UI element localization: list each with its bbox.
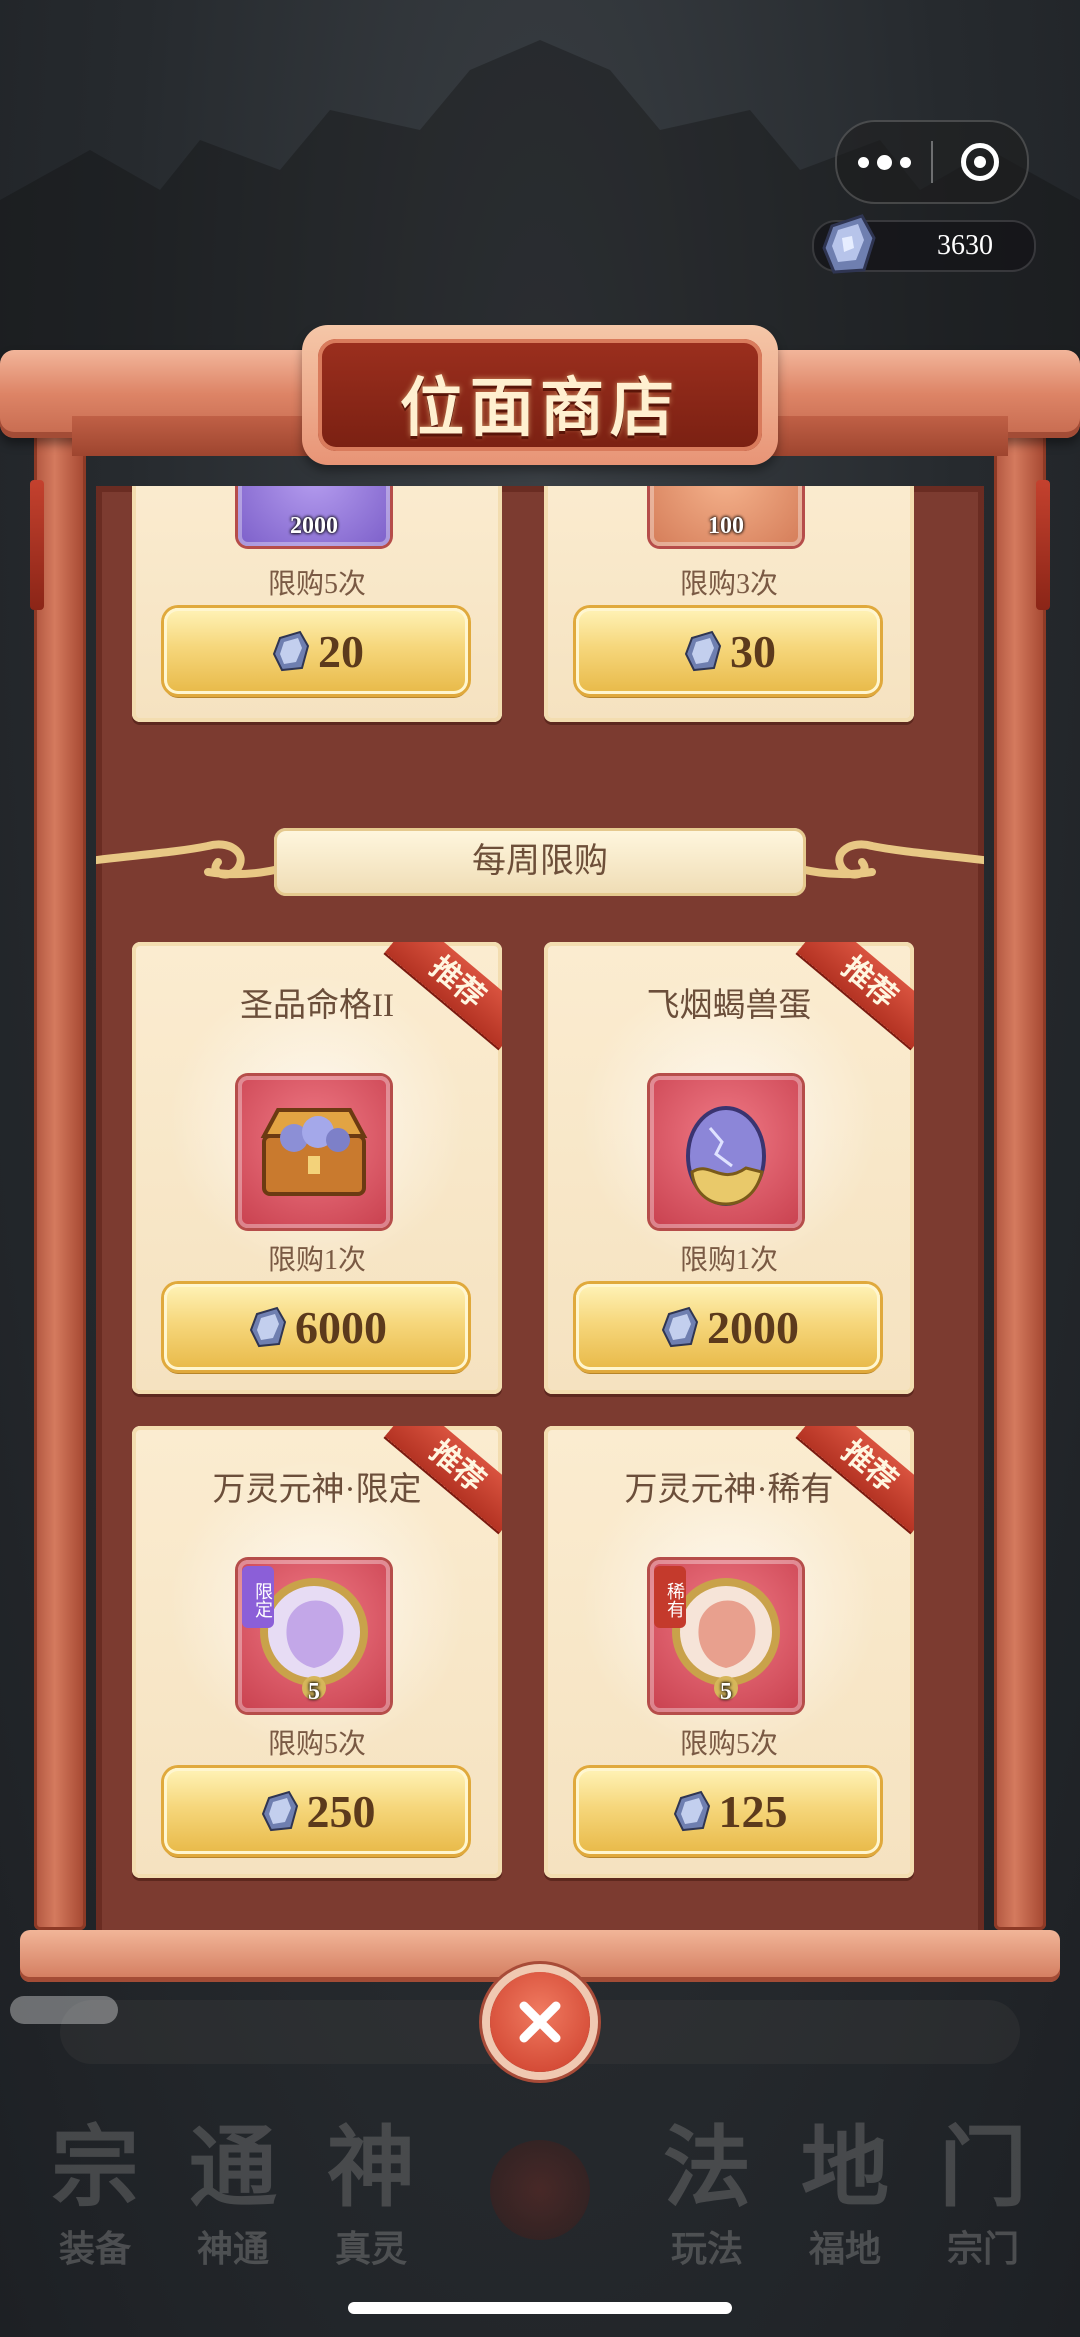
nav-item-blessed-land[interactable]: 地 福地 bbox=[790, 2120, 900, 2280]
shop-scroll-panel[interactable]: 2000 限购5次 20 100 限购3次 30 每周限购 推荐 圣品命格II … bbox=[96, 486, 984, 1946]
weekly-card-2: 推荐 飞烟蝎兽蛋 限购1次 2000 bbox=[544, 942, 914, 1394]
spirit-portrait-icon[interactable]: 限定 5 bbox=[238, 1560, 390, 1712]
nav-label: 福地 bbox=[808, 2229, 881, 2269]
more-dots-icon[interactable] bbox=[837, 122, 931, 202]
price: 250 bbox=[306, 1785, 376, 1837]
nav-label: 神通 bbox=[196, 2229, 269, 2269]
item-name: 飞烟蝎兽蛋 bbox=[646, 988, 812, 1024]
equipment-icon: 宗 bbox=[50, 2121, 139, 2218]
weekly-card-1: 推荐 圣品命格II 限购1次 6000 bbox=[132, 942, 502, 1394]
purchase-limit: 限购1次 bbox=[679, 1245, 778, 1276]
close-button[interactable] bbox=[490, 1972, 590, 2072]
spirit-stone-icon bbox=[661, 1306, 699, 1348]
nav-label: 玩法 bbox=[670, 2229, 743, 2269]
spirit-stone-icon bbox=[261, 1790, 298, 1832]
item-quantity: 2000 bbox=[290, 513, 338, 539]
sect-icon: 门 bbox=[938, 2121, 1027, 2218]
mini-program-capsule bbox=[835, 120, 1029, 204]
nav-label: 装备 bbox=[58, 2229, 131, 2269]
item-name: 万灵元神·限定 bbox=[212, 1472, 422, 1508]
purchase-limit: 限购5次 bbox=[267, 1729, 366, 1760]
shop-card-top-1: 2000 限购5次 20 bbox=[132, 486, 502, 722]
weekly-card-3: 推荐 万灵元神·限定 限定 5 限购5次 250 bbox=[132, 1426, 502, 1878]
weekly-limit-banner: 每周限购 bbox=[96, 816, 984, 916]
gameplay-icon: 法 bbox=[662, 2121, 751, 2218]
left-tassel bbox=[30, 480, 44, 610]
price: 30 bbox=[730, 625, 776, 677]
target-icon[interactable] bbox=[933, 143, 1027, 181]
shop-card-top-2: 100 限购3次 30 bbox=[544, 486, 914, 722]
title-plaque: 位面商店 bbox=[302, 325, 778, 465]
spirit-level: 5 bbox=[308, 1679, 320, 1705]
price: 20 bbox=[318, 625, 364, 677]
price: 2000 bbox=[707, 1301, 799, 1353]
spirit-stone-icon bbox=[822, 214, 876, 274]
spirit-icon: 神 bbox=[326, 2121, 415, 2218]
skills-icon: 通 bbox=[188, 2121, 277, 2218]
background-chip bbox=[10, 1996, 118, 2024]
item-name: 万灵元神·稀有 bbox=[624, 1472, 834, 1508]
weekly-header-box: 每周限购 bbox=[274, 828, 806, 896]
purchase-limit: 限购5次 bbox=[267, 569, 366, 600]
rarity-tag: 限定 bbox=[242, 1566, 274, 1628]
buy-button[interactable]: 20 bbox=[164, 608, 468, 694]
buy-button[interactable]: 30 bbox=[576, 608, 880, 694]
buy-button[interactable]: 6000 bbox=[164, 1284, 468, 1370]
treasure-chest-icon[interactable] bbox=[238, 1076, 390, 1228]
price: 6000 bbox=[295, 1301, 387, 1353]
right-tassel bbox=[1036, 480, 1050, 610]
spirit-stone-icon bbox=[249, 1306, 287, 1348]
purchase-limit: 限购1次 bbox=[267, 1245, 366, 1276]
weekly-card-4: 推荐 万灵元神·稀有 稀有 5 限购5次 125 bbox=[544, 1426, 914, 1878]
beast-egg-icon[interactable] bbox=[650, 1076, 802, 1228]
home-indicator bbox=[348, 2302, 732, 2314]
rarity-tag: 稀有 bbox=[654, 1566, 686, 1628]
nav-label: 真灵 bbox=[334, 2229, 407, 2269]
nav-item-gameplay[interactable]: 法 玩法 bbox=[652, 2120, 762, 2280]
shop-title: 位面商店 bbox=[400, 373, 680, 444]
shop-frame: 位面商店 2000 限购5次 20 100 限购3次 30 每周限购 推荐 圣品… bbox=[0, 325, 1080, 1990]
item-icon: 2000 bbox=[238, 486, 390, 546]
buy-button[interactable]: 125 bbox=[576, 1768, 880, 1854]
buy-button[interactable]: 2000 bbox=[576, 1284, 880, 1370]
nav-item-equipment[interactable]: 宗 装备 bbox=[40, 2120, 150, 2280]
spirit-level: 5 bbox=[720, 1679, 732, 1705]
right-pillar bbox=[994, 410, 1046, 1930]
currency-display: 3630 bbox=[812, 214, 1036, 274]
nav-item-sect[interactable]: 门 宗门 bbox=[928, 2120, 1038, 2280]
currency-value: 3630 bbox=[937, 230, 993, 261]
price: 125 bbox=[718, 1785, 788, 1837]
spirit-stone-icon bbox=[684, 630, 722, 672]
nav-item-skills[interactable]: 通 神通 bbox=[178, 2120, 288, 2280]
blessed-land-icon: 地 bbox=[800, 2121, 889, 2218]
purchase-limit: 限购5次 bbox=[679, 1729, 778, 1760]
spirit-stone-icon bbox=[272, 630, 310, 672]
purchase-limit: 限购3次 bbox=[679, 569, 778, 600]
left-pillar bbox=[34, 410, 86, 1930]
close-icon bbox=[519, 2001, 561, 2043]
nav-center-emblem[interactable] bbox=[490, 2140, 590, 2240]
weekly-header: 每周限购 bbox=[472, 843, 608, 880]
spirit-stone-icon bbox=[673, 1790, 710, 1832]
item-quantity: 100 bbox=[708, 513, 744, 539]
buy-button[interactable]: 250 bbox=[164, 1768, 468, 1854]
item-name: 圣品命格II bbox=[240, 988, 394, 1024]
spirit-portrait-icon[interactable]: 稀有 5 bbox=[650, 1560, 802, 1712]
item-icon: 100 bbox=[650, 486, 802, 546]
nav-label: 宗门 bbox=[946, 2229, 1019, 2269]
nav-item-true-spirit[interactable]: 神 真灵 bbox=[316, 2120, 426, 2280]
